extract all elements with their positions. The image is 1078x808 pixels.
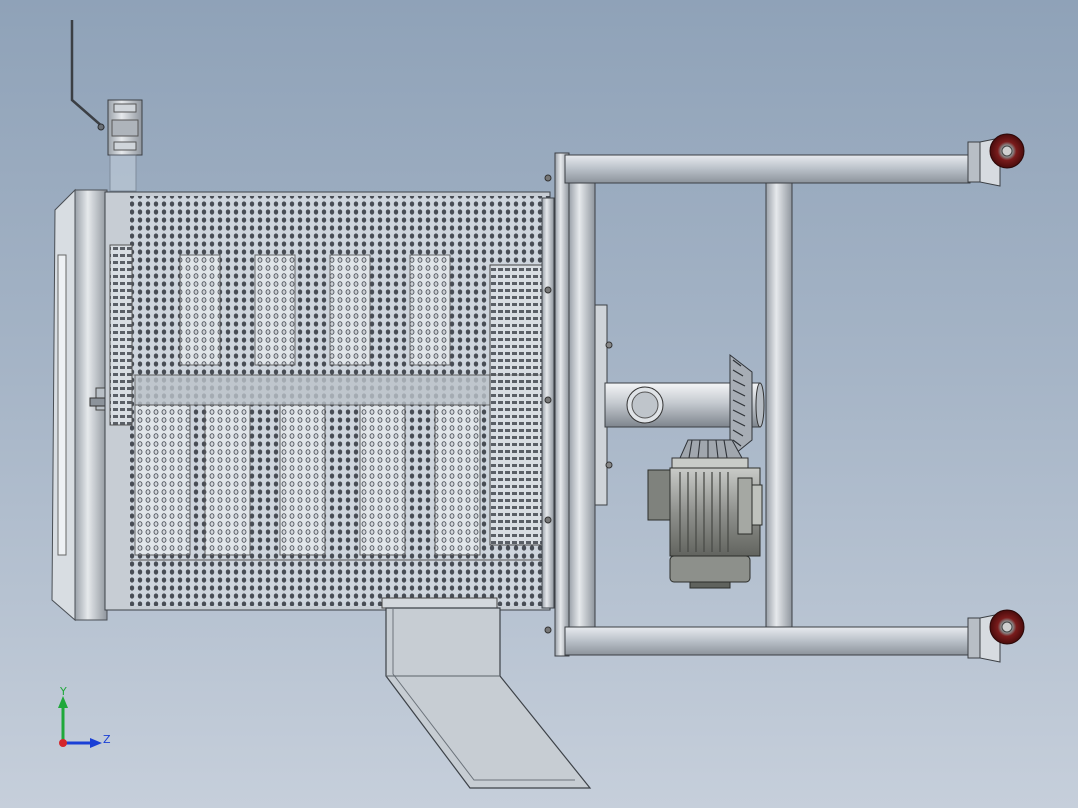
caster-wheel-top[interactable] (967, 133, 1025, 187)
y-axis-label: Y (60, 685, 67, 698)
gear-motor[interactable] (647, 457, 763, 589)
view-triad[interactable]: Y Z (52, 686, 122, 756)
caster-wheel-bottom[interactable] (967, 609, 1025, 663)
assembly-model-view[interactable] (0, 0, 1078, 808)
z-axis-label: Z (103, 733, 111, 746)
perforated-drum[interactable] (104, 174, 555, 634)
triad-origin (59, 739, 67, 747)
cad-graphics-area[interactable]: Y Z (0, 0, 1078, 808)
z-axis-arrow (90, 738, 102, 748)
drain-valve[interactable] (70, 20, 143, 192)
